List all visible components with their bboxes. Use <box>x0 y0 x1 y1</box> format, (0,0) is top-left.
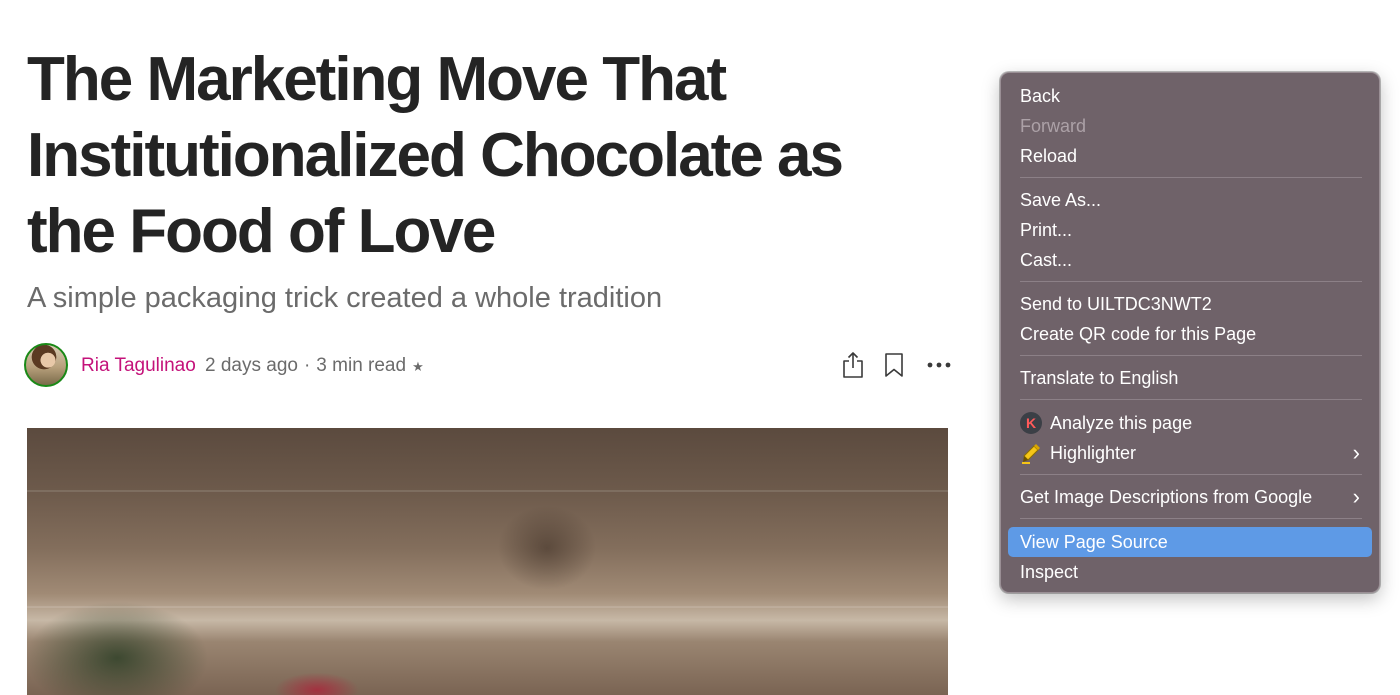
k-logo-icon: K <box>1020 411 1042 434</box>
menu-item-view-page-source[interactable]: View Page Source <box>1008 527 1372 557</box>
wood-plank-line <box>27 606 948 608</box>
byline: Ria Tagulinao 2 days ago · 3 min read ★ <box>24 343 951 389</box>
published-date: 2 days ago <box>205 355 298 376</box>
more-options-button[interactable] <box>923 349 955 381</box>
menu-item-highlighter-label: Highlighter <box>1050 443 1137 463</box>
wood-plank-line <box>27 490 948 492</box>
menu-item-cast[interactable]: Cast... <box>1008 245 1372 275</box>
bookmark-icon <box>885 353 903 377</box>
share-button[interactable] <box>837 349 869 381</box>
menu-item-translate[interactable]: Translate to English <box>1008 363 1372 393</box>
more-icon <box>927 362 951 368</box>
menu-item-image-descriptions-label: Get Image Descriptions from Google <box>1020 487 1313 507</box>
read-time: 3 min read <box>316 355 407 376</box>
menu-item-create-qr-code[interactable]: Create QR code for this Page <box>1008 319 1372 349</box>
menu-separator <box>1020 399 1362 400</box>
author-name-link[interactable]: Ria Tagulinao <box>81 355 196 377</box>
menu-item-inspect[interactable]: Inspect <box>1008 557 1372 587</box>
bookmark-button[interactable] <box>878 349 910 381</box>
meta-separator: · <box>303 355 311 376</box>
menu-separator <box>1020 518 1362 519</box>
article-subtitle: A simple packaging trick created a whole… <box>27 282 663 314</box>
menu-item-print[interactable]: Print... <box>1008 215 1372 245</box>
menu-item-reload[interactable]: Reload <box>1008 141 1372 171</box>
hero-image <box>27 428 948 695</box>
menu-item-image-descriptions[interactable]: Get Image Descriptions from Google › <box>1008 482 1372 512</box>
article-meta: 2 days ago · 3 min read ★ <box>205 355 424 377</box>
menu-separator <box>1020 281 1362 282</box>
menu-item-analyze-page[interactable]: K Analyze this page <box>1008 408 1372 438</box>
highlighter-icon <box>1020 442 1042 464</box>
menu-separator <box>1020 355 1362 356</box>
menu-item-send-to-device[interactable]: Send to UILTDC3NWT2 <box>1008 289 1372 319</box>
context-menu: Back Forward Reload Save As... Print... … <box>1000 72 1380 593</box>
menu-separator <box>1020 177 1362 178</box>
menu-item-save-as[interactable]: Save As... <box>1008 185 1372 215</box>
menu-item-forward: Forward <box>1020 116 1087 136</box>
share-icon <box>843 352 863 378</box>
menu-item-highlighter[interactable]: Highlighter › <box>1008 438 1372 468</box>
menu-item-analyze-label: Analyze this page <box>1050 413 1193 433</box>
article-title: The Marketing Move That Institutionalize… <box>27 45 844 266</box>
article: The Marketing Move That Institutionalize… <box>24 0 951 695</box>
menu-item-back[interactable]: Back <box>1008 81 1372 111</box>
member-star-icon: ★ <box>412 359 424 374</box>
chevron-right-icon: › <box>1352 484 1360 509</box>
author-avatar[interactable] <box>24 343 68 387</box>
chevron-right-icon: › <box>1352 440 1360 465</box>
menu-separator <box>1020 474 1362 475</box>
